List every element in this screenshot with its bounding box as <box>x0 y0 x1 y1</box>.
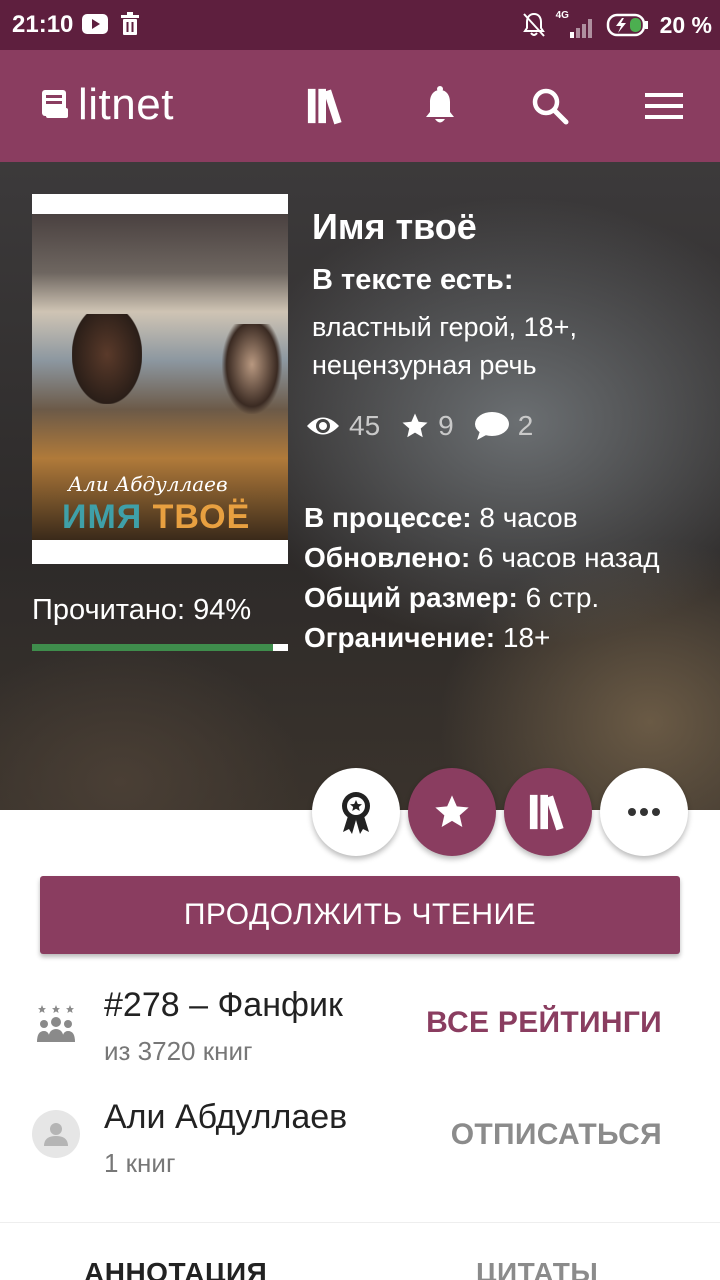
comments-stat: 2 <box>474 410 534 442</box>
meta-status-label: В процессе: <box>304 502 472 533</box>
search-icon[interactable] <box>530 86 570 126</box>
comment-icon <box>474 412 509 440</box>
meta-size: Общий размер: 6 стр. <box>304 578 704 618</box>
rating-subtitle: из 3720 книг <box>104 1036 253 1066</box>
person-icon <box>44 1123 68 1146</box>
status-bar: 21:10 4G 20 % <box>0 0 720 50</box>
meta-updated-label: Обновлено: <box>304 542 471 573</box>
favorite-star-button[interactable] <box>408 768 496 856</box>
stars-count: 9 <box>438 410 454 441</box>
cover-figure-man <box>72 314 142 404</box>
meta-status-value: 8 часов <box>471 502 578 533</box>
more-dots-icon <box>628 808 660 816</box>
all-ratings-link[interactable]: ВСЕ РЕЙТИНГИ <box>426 1006 662 1040</box>
continue-reading-button[interactable]: ПРОДОЛЖИТЬ ЧТЕНИЕ <box>40 876 680 954</box>
views-stat: 45 <box>305 410 380 442</box>
library-icon <box>529 794 564 831</box>
more-options-button[interactable] <box>600 768 688 856</box>
meta-restriction: Ограничение: 18+ <box>304 618 704 658</box>
star-icon <box>435 795 469 827</box>
signal-icon: 4G <box>556 10 596 38</box>
notifications-off-icon <box>522 12 545 37</box>
comments-count: 2 <box>517 410 534 441</box>
meta-updated-value: 6 часов назад <box>470 542 660 573</box>
award-icon <box>342 792 370 834</box>
meta-updated: Обновлено: 6 часов назад <box>304 538 704 578</box>
bell-icon[interactable] <box>420 86 460 126</box>
book-meta: В процессе: 8 часов Обновлено: 6 часов н… <box>304 498 704 658</box>
battery-icon <box>606 13 648 37</box>
status-time: 21:10 <box>12 11 74 38</box>
meta-restriction-label: Ограничение: <box>304 622 496 653</box>
author-name[interactable]: Али Абдуллаев <box>104 1098 347 1137</box>
trash-icon <box>121 12 139 35</box>
book-stats: 45 9 2 <box>305 410 553 442</box>
app-bar: litnet <box>0 50 720 162</box>
views-count: 45 <box>349 410 381 441</box>
meta-restriction-value: 18+ <box>495 622 551 653</box>
add-to-library-button[interactable] <box>504 768 592 856</box>
content-tabs: АННОТАЦИЯ ЦИТАТЫ <box>0 1222 720 1280</box>
tab-quotes[interactable]: ЦИТАТЫ <box>476 1257 598 1280</box>
tab-annotation[interactable]: АННОТАЦИЯ <box>84 1257 267 1280</box>
cover-artwork: Али Абдуллаев ИМЯ ТВОЁ <box>32 214 288 540</box>
cover-title-text: ИМЯ ТВОЁ <box>62 498 250 537</box>
rating-group-icon <box>37 1005 75 1042</box>
tags-list: властный герой, 18+, нецензурная речь <box>312 312 577 380</box>
unsubscribe-button[interactable]: ОТПИСАТЬСЯ <box>451 1118 662 1152</box>
award-button[interactable] <box>312 768 400 856</box>
author-avatar[interactable] <box>32 1110 80 1158</box>
book-title: Имя твоё <box>312 206 477 247</box>
tags-heading: В тексте есть: <box>312 264 514 296</box>
cover-figure-woman <box>222 324 282 414</box>
cover-title-part2: ТВОЁ <box>152 498 251 536</box>
cover-author-text: Али Абдуллаев <box>68 472 228 496</box>
read-progress-fill <box>32 644 273 651</box>
book-header: Али Абдуллаев ИМЯ ТВОЁ Прочитано: 94% Им… <box>0 162 720 810</box>
library-icon[interactable] <box>306 86 346 126</box>
meta-size-value: 6 стр. <box>517 582 600 613</box>
meta-status: В процессе: 8 часов <box>304 498 704 538</box>
book-logo-icon <box>42 90 68 118</box>
read-progress-label: Прочитано: 94% <box>32 594 252 626</box>
litnet-logo[interactable]: litnet <box>40 80 174 130</box>
stars-stat: 9 <box>400 410 454 442</box>
cover-title-part1: ИМЯ <box>62 498 153 536</box>
battery-level: 20 % <box>659 11 712 38</box>
meta-size-label: Общий размер: <box>304 582 518 613</box>
youtube-icon <box>82 14 108 34</box>
star-icon <box>402 413 428 438</box>
rating-title: #278 – Фанфик <box>104 986 343 1024</box>
logo-text: litnet <box>78 80 174 129</box>
eye-icon <box>307 417 339 435</box>
menu-icon[interactable] <box>644 86 684 126</box>
book-cover[interactable]: Али Абдуллаев ИМЯ ТВОЁ <box>32 194 288 564</box>
author-books-count: 1 книг <box>104 1148 176 1178</box>
read-progress-bar <box>32 644 288 651</box>
